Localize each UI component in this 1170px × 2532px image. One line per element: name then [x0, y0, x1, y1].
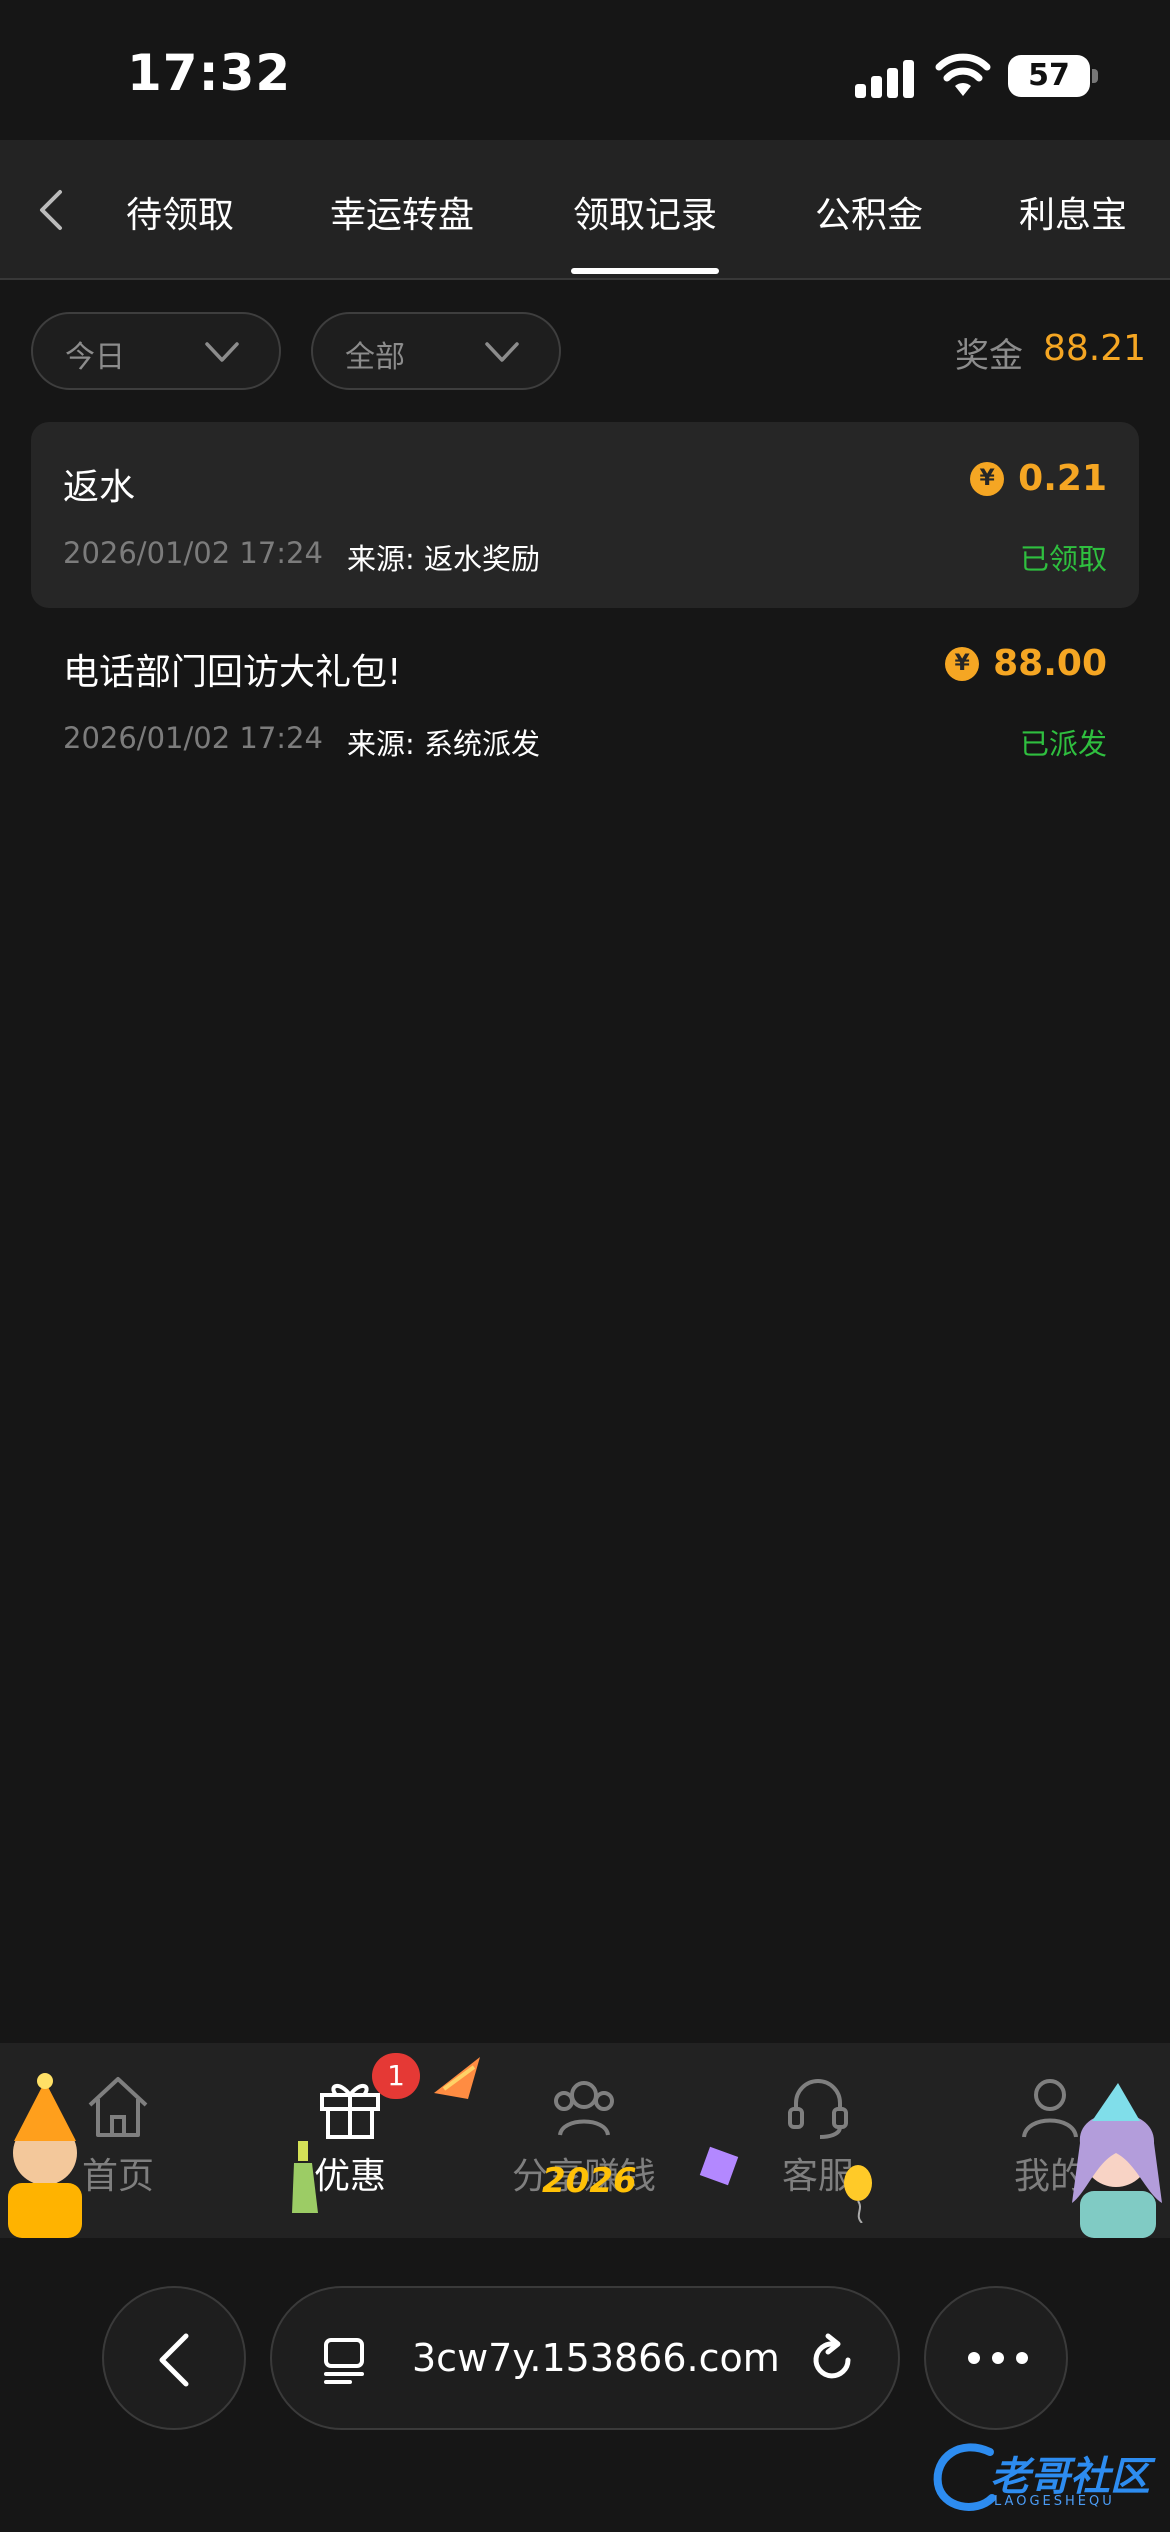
record-item[interactable]: 返水 ¥ 0.21 2026/01/02 17:24 来源: 返水奖励 已领取 [31, 422, 1139, 608]
tab-bar: 待领取 幸运转盘 领取记录 公积金 利息宝 [0, 140, 1170, 280]
nav-share-earn[interactable]: 分享赚钱 [494, 2071, 674, 2231]
party-character-left-decoration [8, 2073, 82, 2238]
record-amount: ¥ 0.21 [970, 458, 1107, 499]
chevron-left-icon [159, 2333, 189, 2387]
record-status: 已领取 [1019, 542, 1107, 576]
status-time: 17:32 [127, 44, 292, 102]
chevron-down-icon [205, 342, 239, 362]
chevron-down-icon [485, 342, 519, 362]
date-filter-select[interactable]: 今日 [31, 312, 281, 390]
record-date: 2026/01/02 17:24 [63, 536, 323, 570]
coin-icon: ¥ [945, 646, 980, 681]
tabs-icon [324, 2338, 364, 2384]
url-text: 3cw7y.153866.com [412, 2336, 780, 2380]
record-item[interactable]: 电话部门回访大礼包! ¥ 88.00 2026/01/02 17:24 来源: … [31, 607, 1139, 793]
tab-provident-fund[interactable]: 公积金 [815, 186, 923, 238]
tab-interest[interactable]: 利息宝 [1019, 186, 1127, 238]
date-filter-value: 今日 [65, 340, 125, 375]
cellular-signal-icon [855, 58, 915, 98]
record-amount: ¥ 88.00 [945, 643, 1107, 684]
status-bar: 17:32 57 [0, 0, 1170, 140]
nav-support[interactable]: 客服 [728, 2071, 908, 2231]
coin-icon: ¥ [970, 461, 1005, 496]
party-hat-decoration [434, 2057, 480, 2099]
watermark-subtext: LAOGESHEQU [994, 2494, 1115, 2509]
record-amount-value: 0.21 [1018, 458, 1107, 499]
address-bar[interactable]: 3cw7y.153866.com [270, 2286, 900, 2430]
year-2026-decoration: 2026 [542, 2161, 637, 2201]
record-date: 2026/01/02 17:24 [63, 721, 323, 755]
balloon-decoration [844, 2165, 872, 2223]
more-options-button[interactable] [924, 2286, 1068, 2430]
headset-icon [788, 2079, 848, 2139]
home-icon [88, 2077, 148, 2137]
browser-back-button[interactable] [102, 2286, 246, 2430]
wifi-icon [935, 53, 991, 96]
party-character-right-decoration [1072, 2083, 1162, 2238]
record-source: 来源: 系统派发 [347, 727, 540, 761]
site-watermark: 老哥社区 LAOGESHEQU [930, 2438, 1160, 2518]
record-source: 来源: 返水奖励 [347, 542, 540, 576]
prize-label: 奖金 [955, 336, 1023, 376]
record-amount-value: 88.00 [993, 643, 1107, 684]
back-chevron-icon[interactable] [30, 188, 74, 232]
battery-indicator: 57 [1008, 55, 1090, 97]
notification-badge: 1 [372, 2053, 420, 2099]
bottom-nav: 首页 优惠 1 分享赚钱 客服 我的 2026 [0, 2043, 1170, 2238]
champagne-bottle-decoration [292, 2141, 318, 2213]
type-filter-select[interactable]: 全部 [311, 312, 561, 390]
more-dots-icon [968, 2352, 1028, 2364]
gift-box-decoration [699, 2146, 739, 2186]
nav-support-label: 客服 [781, 2156, 854, 2197]
tab-pending[interactable]: 待领取 [126, 186, 234, 238]
tab-lucky-wheel[interactable]: 幸运转盘 [330, 186, 474, 238]
type-filter-value: 全部 [345, 340, 405, 375]
prize-total: 88.21 [1043, 328, 1147, 369]
battery-cap [1092, 69, 1098, 83]
record-title: 电话部门回访大礼包! [63, 652, 402, 693]
record-title: 返水 [63, 467, 136, 508]
share-icon [554, 2081, 614, 2136]
reload-icon[interactable] [804, 2332, 860, 2388]
tab-claim-records[interactable]: 领取记录 [570, 186, 720, 274]
record-status: 已派发 [1019, 727, 1107, 761]
